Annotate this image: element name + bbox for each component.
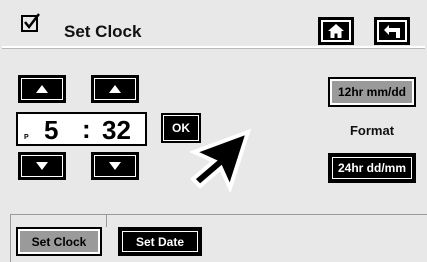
tab-divider — [106, 214, 107, 227]
minute-down-button[interactable] — [91, 152, 139, 180]
format-label: Format — [349, 123, 395, 138]
hour-up-button[interactable] — [18, 75, 66, 103]
home-icon — [328, 24, 344, 38]
minute-up-button[interactable] — [91, 75, 139, 103]
down-arrow-icon — [36, 162, 48, 170]
hour-down-button[interactable] — [18, 152, 66, 180]
minute-value: 32 — [102, 115, 131, 145]
return-arrow-icon — [384, 25, 400, 38]
hour-value: 5 — [44, 115, 59, 145]
up-arrow-icon — [36, 85, 48, 93]
up-arrow-icon — [109, 85, 121, 93]
checkbox-checked-icon — [21, 13, 40, 32]
home-button[interactable] — [318, 17, 354, 45]
page-title: Set Clock — [64, 22, 142, 41]
time-display: P 5 : 32 — [16, 112, 147, 146]
header-bar: Set Clock — [2, 2, 425, 48]
format-12hr-button[interactable]: 12hr mm/dd — [328, 77, 416, 107]
down-arrow-icon — [109, 162, 121, 170]
tab-set-date[interactable]: Set Date — [118, 227, 202, 256]
am-pm-indicator: P — [24, 134, 29, 141]
back-button[interactable] — [374, 17, 410, 45]
format-24hr-button[interactable]: 24hr dd/mm — [328, 153, 416, 183]
pointer-cursor-icon — [190, 128, 252, 192]
tab-set-clock[interactable]: Set Clock — [16, 227, 102, 256]
set-clock-screen: Set Clock P 5 : 32 OK 12hr mm/dd Format … — [0, 0, 427, 262]
time-separator: : — [82, 114, 91, 144]
